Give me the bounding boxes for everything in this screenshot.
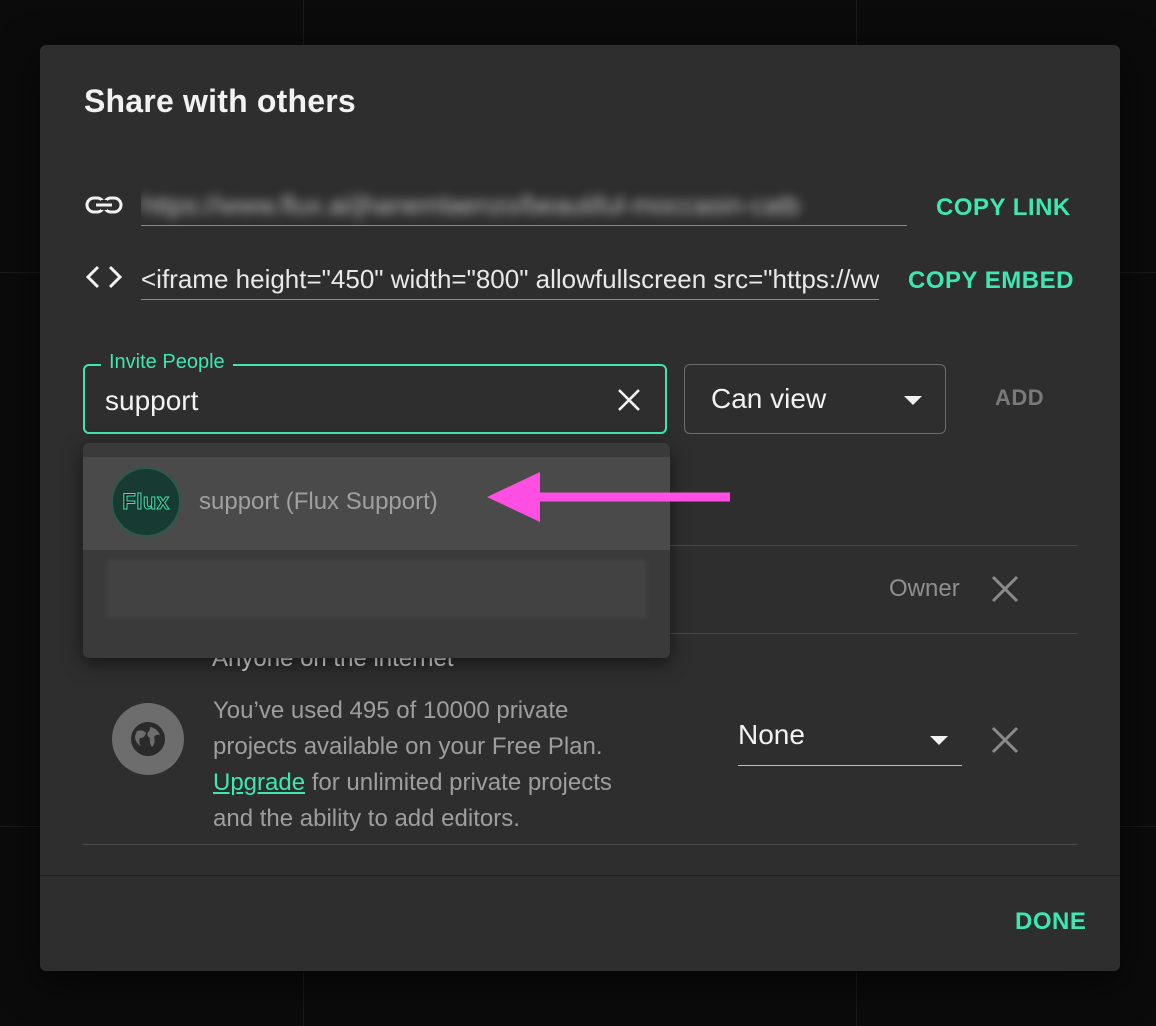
permission-value: Can view xyxy=(711,383,827,414)
embed-code-field[interactable]: <iframe height="450" width="800" allowfu… xyxy=(141,259,879,300)
suggestion-label: support (Flux Support) xyxy=(199,488,438,515)
copy-link-button[interactable]: COPY LINK xyxy=(936,194,1071,222)
owner-role-label: Owner xyxy=(889,575,960,602)
permission-select[interactable]: Can view xyxy=(684,364,946,434)
divider xyxy=(83,844,1077,845)
upgrade-link[interactable]: Upgrade xyxy=(213,769,305,796)
plan-usage-before: You’ve used 495 of 10000 private project… xyxy=(213,697,603,760)
annotation-arrow-icon xyxy=(487,472,730,522)
link-icon xyxy=(84,185,124,225)
share-link-field[interactable]: https://www.flux.ai/jhanemlaenzo/beautif… xyxy=(141,185,907,226)
share-link-url: https://www.flux.ai/jhanemlaenzo/beautif… xyxy=(141,190,800,220)
add-button[interactable]: ADD xyxy=(995,385,1044,411)
public-access-select[interactable]: None xyxy=(738,715,962,766)
plan-usage-text: You’ve used 495 of 10000 private project… xyxy=(213,693,653,837)
remove-owner-icon[interactable] xyxy=(990,574,1020,604)
chevron-down-icon xyxy=(930,736,948,745)
globe-avatar xyxy=(112,703,184,775)
invite-people-label: Invite People xyxy=(101,351,233,374)
globe-icon xyxy=(131,722,165,756)
clear-icon[interactable] xyxy=(615,386,643,414)
suggestion-item-blurred[interactable] xyxy=(107,559,647,619)
done-button[interactable]: DONE xyxy=(1015,908,1086,936)
remove-public-icon[interactable] xyxy=(990,725,1020,755)
dialog-title: Share with others xyxy=(84,83,356,119)
footer-divider xyxy=(40,875,1120,876)
flux-logo-text: Flux xyxy=(122,489,170,515)
chevron-down-icon xyxy=(904,396,922,405)
copy-embed-button[interactable]: COPY EMBED xyxy=(908,267,1074,295)
invite-people-input[interactable] xyxy=(105,384,585,418)
flux-avatar: Flux xyxy=(111,467,181,537)
invite-people-field[interactable]: Invite People xyxy=(83,351,667,434)
code-icon xyxy=(84,257,124,297)
embed-code-text: <iframe height="450" width="800" allowfu… xyxy=(141,264,879,294)
public-access-value: None xyxy=(738,719,805,750)
